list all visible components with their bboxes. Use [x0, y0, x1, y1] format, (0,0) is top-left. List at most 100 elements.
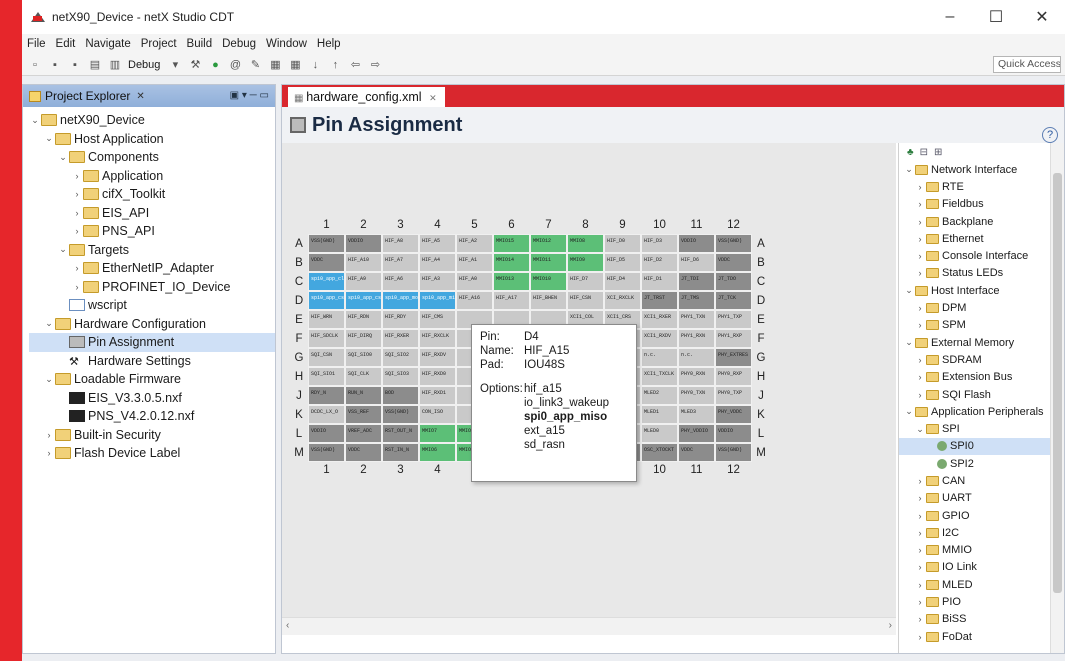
pin-cell[interactable]: HIF_A9 — [345, 272, 382, 291]
pin-cell[interactable]: HIF_A6 — [382, 272, 419, 291]
pin-cell[interactable]: VDDIO — [345, 234, 382, 253]
palette-item[interactable]: ⌄ Network Interface — [899, 161, 1064, 178]
close-button[interactable]: ✕ — [1019, 0, 1065, 34]
pin-cell[interactable]: XCI_RXCLK — [604, 291, 641, 310]
palette-item[interactable]: › FoDat — [899, 628, 1064, 645]
expand-toggle-icon[interactable]: › — [914, 597, 926, 607]
palette-item[interactable]: › GPIO — [899, 507, 1064, 524]
pin-cell[interactable]: MMIO7 — [419, 424, 456, 443]
palette-item[interactable]: › Status LEDs — [899, 265, 1064, 282]
tree-item[interactable]: ⌄ netX90_Device — [29, 111, 275, 130]
tree-item[interactable]: › Built-in Security — [29, 426, 275, 445]
palette-item[interactable]: › SDRAM — [899, 351, 1064, 368]
expand-toggle-icon[interactable]: › — [914, 355, 926, 365]
pin-cell[interactable]: HIF_A3 — [419, 272, 456, 291]
tree-item[interactable]: ⌄ Components — [29, 148, 275, 167]
menu-navigate[interactable]: Navigate — [80, 38, 135, 50]
palette-item[interactable]: › MMIO — [899, 542, 1064, 559]
pin-cell[interactable]: XCI1_RXER — [641, 310, 678, 329]
pin-cell[interactable]: DCDC_LX_O — [308, 405, 345, 424]
pin-cell[interactable]: HIF_CMS — [419, 310, 456, 329]
palette-item[interactable]: › Backplane — [899, 213, 1064, 230]
close-tab-icon[interactable]: ✕ — [429, 93, 437, 103]
expand-toggle-icon[interactable]: ⌄ — [903, 285, 915, 296]
expand-toggle-icon[interactable]: › — [43, 448, 55, 458]
tree-item[interactable]: wscript — [29, 296, 275, 315]
pin-cell[interactable]: HIF_A2 — [456, 234, 493, 253]
pin-cell[interactable]: VDDIO — [308, 424, 345, 443]
pin-cell[interactable]: MMIO6 — [419, 443, 456, 462]
debug-config-label[interactable]: Debug — [128, 59, 160, 71]
pin-cell[interactable]: HIF_A10 — [345, 253, 382, 272]
expand-toggle-icon[interactable]: › — [914, 251, 926, 261]
pin-cell[interactable]: PHY_VDDIO — [678, 424, 715, 443]
pin-cell[interactable]: HIF_A4 — [419, 253, 456, 272]
expand-toggle-icon[interactable]: › — [914, 614, 926, 624]
expand-toggle-icon[interactable]: › — [914, 562, 926, 572]
pin-cell[interactable]: PHY_VDDC — [715, 405, 752, 424]
expand-toggle-icon[interactable]: ⌄ — [903, 164, 915, 175]
expand-toggle-icon[interactable]: › — [914, 182, 926, 192]
expand-toggle-icon[interactable]: › — [71, 208, 83, 218]
pin-cell[interactable]: RST_OUT_N — [382, 424, 419, 443]
expand-toggle-icon[interactable]: › — [914, 372, 926, 382]
pin-cell[interactable]: HIF_RDY — [382, 310, 419, 329]
pin-cell[interactable]: spi0_app_cs1 — [308, 291, 345, 310]
pin-cell[interactable]: HIF_RXD1 — [419, 386, 456, 405]
pin-cell[interactable]: VDDC — [308, 253, 345, 272]
expand-toggle-icon[interactable]: › — [71, 226, 83, 236]
close-icon[interactable]: ✕ — [136, 91, 144, 102]
expand-toggle-icon[interactable]: › — [914, 320, 926, 330]
palette-item[interactable]: SPI2 — [899, 455, 1064, 472]
pin-cell[interactable]: MMIO10 — [530, 272, 567, 291]
pin-cell[interactable]: HIF_A17 — [493, 291, 530, 310]
menu-edit[interactable]: Edit — [51, 38, 81, 50]
tree-item[interactable]: › EIS_API — [29, 204, 275, 223]
pin-cell[interactable]: JT_TCK — [715, 291, 752, 310]
expand-toggle-icon[interactable]: ⌄ — [43, 374, 55, 385]
project-explorer-tab[interactable]: Project Explorer ✕ ▣ ▾ ─ ▭ — [23, 85, 275, 107]
palette-item[interactable]: › DPM — [899, 299, 1064, 316]
menu-file[interactable]: File — [22, 38, 51, 50]
pin-cell[interactable]: HIF_A1 — [456, 253, 493, 272]
pin-cell[interactable]: HIF_WRN — [308, 310, 345, 329]
expand-toggle-icon[interactable]: › — [71, 282, 83, 292]
expand-toggle-icon[interactable]: › — [914, 390, 926, 400]
maximize-button[interactable]: ☐ — [973, 0, 1019, 34]
expand-toggle-icon[interactable]: ⌄ — [43, 318, 55, 329]
at-icon[interactable]: @ — [226, 57, 244, 73]
pin-cell[interactable]: HIF_A16 — [456, 291, 493, 310]
pin-cell[interactable]: VSS(GND) — [715, 443, 752, 462]
pin-cell[interactable]: HIF_RXD0 — [419, 367, 456, 386]
run-icon[interactable]: ● — [206, 57, 224, 73]
pin-cell[interactable]: SQI_SIO3 — [382, 367, 419, 386]
pin-cell[interactable]: JT_TDO — [715, 272, 752, 291]
tree-item[interactable]: Pin Assignment — [29, 333, 275, 352]
pin-cell[interactable]: RST_IN_N — [382, 443, 419, 462]
tree-item[interactable]: ⌄ Hardware Configuration — [29, 315, 275, 334]
palette-item[interactable]: ⌄ SPI — [899, 420, 1064, 437]
expand-all-icon[interactable]: ⊞ — [934, 147, 942, 158]
pin-cell[interactable]: OSC_XTOCKT ALOUT — [641, 443, 678, 462]
pin-cell[interactable]: spi0_app_cs0 — [345, 291, 382, 310]
palette-item[interactable]: › CAN — [899, 472, 1064, 489]
pin-cell[interactable]: n.c. — [641, 348, 678, 367]
pin-cell[interactable]: XCI1_RXDV — [641, 329, 678, 348]
pin-cell[interactable]: VREF_ADC — [345, 424, 382, 443]
palette-item[interactable]: › SQI Flash — [899, 386, 1064, 403]
pin-cell[interactable]: HIF_D2 — [641, 253, 678, 272]
expand-toggle-icon[interactable]: ⌄ — [43, 133, 55, 144]
pin-cell[interactable]: PHY1_TXP — [715, 310, 752, 329]
pin-cell[interactable]: PHY1_TXN — [678, 310, 715, 329]
pin-cell[interactable]: JT_TMS — [678, 291, 715, 310]
palette-item[interactable]: › RTE — [899, 178, 1064, 195]
wrench-icon[interactable]: ⚒ — [186, 57, 204, 73]
tree-item[interactable]: EIS_V3.3.0.5.nxf — [29, 389, 275, 408]
expand-toggle-icon[interactable]: ⌄ — [914, 424, 926, 435]
expand-toggle-icon[interactable]: › — [43, 430, 55, 440]
scrollbar-thumb[interactable] — [1053, 173, 1062, 593]
prev-annotation-icon[interactable]: ↑ — [326, 57, 344, 73]
pin-cell[interactable]: HIF_RDN — [345, 310, 382, 329]
palette-item[interactable]: › PIO — [899, 593, 1064, 610]
pin-cell[interactable]: HIF_RXER — [382, 329, 419, 348]
